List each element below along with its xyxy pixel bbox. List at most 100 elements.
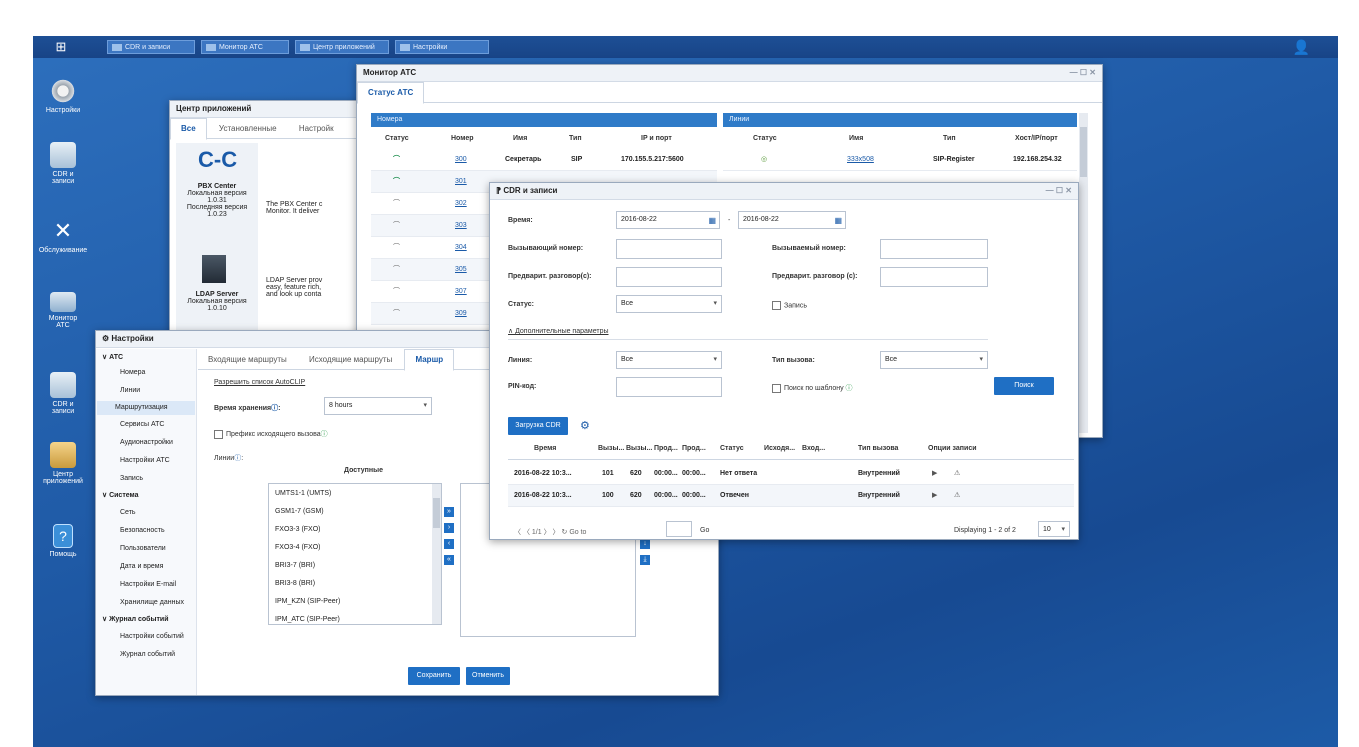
play-icon[interactable]: ▶: [932, 485, 937, 507]
desktop-icon-monitor[interactable]: Монитор АТС: [33, 292, 93, 329]
sidebar-item-storage[interactable]: Хранилище данных: [120, 599, 184, 606]
calendar-icon[interactable]: ▦: [834, 213, 842, 229]
go-button[interactable]: Go: [700, 527, 709, 534]
list-scrollbar[interactable]: [432, 484, 441, 624]
caller-input[interactable]: [616, 239, 722, 259]
sidebar-item-event-log[interactable]: Журнал событий: [120, 651, 175, 658]
autoclip-link[interactable]: Разрешить список AutoCLIP: [214, 379, 305, 386]
storage-select[interactable]: 8 hours: [324, 397, 432, 415]
user-icon[interactable]: 👤: [1293, 39, 1310, 56]
cancel-button[interactable]: Отменить: [466, 667, 510, 685]
list-item[interactable]: IPM_KZN (SIP-Peer): [275, 598, 340, 605]
sidebar-item-email[interactable]: Настройки E-mail: [120, 581, 176, 588]
taskbar-item-settings[interactable]: Настройки: [395, 40, 489, 54]
sidebar-item-datetime[interactable]: Дата и время: [120, 563, 163, 570]
callee-input[interactable]: [880, 239, 988, 259]
sidebar-group-system[interactable]: ∨ Система: [102, 491, 139, 499]
desktop-icon-help[interactable]: ? Помощь: [33, 524, 93, 558]
prev-page-icon[interactable]: 〈: [523, 529, 532, 536]
sidebar-group-pbx[interactable]: ∨ АТС: [102, 353, 123, 361]
status-select[interactable]: Все: [616, 295, 722, 313]
play-icon[interactable]: ▶: [932, 463, 937, 485]
sidebar-item-event-settings[interactable]: Настройки событий: [120, 633, 184, 640]
download-icon[interactable]: ⚠: [954, 485, 960, 507]
advanced-toggle[interactable]: ∧ Дополнительные параметры: [508, 327, 609, 335]
taskbar-item-cdr[interactable]: CDR и записи: [107, 40, 195, 54]
desktop-icon-maintenance[interactable]: ✕ Обслуживание: [33, 218, 93, 254]
template-checkbox[interactable]: Поиск по шаблону ⓘ: [772, 383, 853, 393]
callee-label: Вызываемый номер:: [772, 245, 846, 252]
prev-caller-input[interactable]: [616, 267, 722, 287]
first-page-icon[interactable]: 〈: [514, 529, 521, 536]
list-item[interactable]: FXO3-3 (FXO): [275, 526, 321, 533]
per-page-select[interactable]: 10: [1038, 521, 1070, 538]
cdr-columns: Время Вызы... Вызы... Прод... Прод... Ст…: [508, 445, 1074, 460]
prefix-checkbox[interactable]: Префикс исходящего вызоваⓘ: [214, 429, 328, 439]
tab-all[interactable]: Все: [170, 118, 207, 140]
taskbar-item-app-center[interactable]: Центр приложений: [295, 40, 389, 54]
calltype-select[interactable]: Все: [880, 351, 988, 369]
prev-callee-input[interactable]: [880, 267, 988, 287]
search-button[interactable]: Поиск: [994, 377, 1054, 395]
record-checkbox[interactable]: Запись: [772, 301, 807, 310]
desktop-icon-cdr-2[interactable]: CDR и записи: [33, 372, 93, 415]
window-title: Монитор АТС — ☐ ✕: [357, 65, 1102, 82]
sidebar-item-recording[interactable]: Запись: [120, 475, 143, 482]
pin-input[interactable]: [616, 377, 722, 397]
move-all-right-button[interactable]: »: [444, 507, 454, 517]
calendar-icon[interactable]: ▦: [708, 213, 716, 229]
date-to-input[interactable]: 2016-08-22 ▦: [738, 211, 846, 229]
sidebar-item-routing[interactable]: Маршрутизация: [97, 401, 195, 415]
list-item[interactable]: UMTS1-1 (UMTS): [275, 490, 331, 497]
taskbar-item-monitor[interactable]: Монитор АТС: [201, 40, 289, 54]
download-cdr-button[interactable]: Загрузка CDR: [508, 417, 568, 435]
sidebar-item-audio[interactable]: Аудионастройки: [120, 439, 173, 446]
tab-inbound[interactable]: Входящие маршруты: [198, 350, 297, 370]
sidebar-item-pbx-settings[interactable]: Настройки АТС: [120, 457, 170, 464]
sidebar-item-extensions[interactable]: Номера: [120, 369, 145, 376]
desktop-icon-settings[interactable]: Настройки: [33, 78, 93, 114]
list-item[interactable]: GSM1-7 (GSM): [275, 508, 324, 515]
app-card-pbx[interactable]: PBX Center Локальная версия 1.0.31 После…: [176, 183, 258, 218]
date-from-input[interactable]: 2016-08-22 ▦: [616, 211, 720, 229]
next-page-icon[interactable]: 〉: [544, 529, 553, 536]
sidebar-item-users[interactable]: Пользователи: [120, 545, 166, 552]
apps-grid-icon[interactable]: ⊞: [53, 39, 69, 55]
settings-gear-icon[interactable]: ⚙: [580, 419, 590, 432]
move-all-left-button[interactable]: «: [444, 555, 454, 565]
last-page-icon[interactable]: 〉: [553, 529, 562, 536]
available-lines-list[interactable]: UMTS1-1 (UMTS) GSM1-7 (GSM) FXO3-3 (FXO)…: [268, 483, 442, 625]
list-item[interactable]: IPM_ATC (SIP-Peer): [275, 616, 340, 623]
sidebar-item-security[interactable]: Безопасность: [120, 527, 165, 534]
list-item[interactable]: BRI3-7 (BRI): [275, 562, 315, 569]
desktop-icon-app-center[interactable]: Центр приложений: [33, 442, 93, 485]
desktop-icon-cdr[interactable]: CDR и записи: [33, 142, 93, 185]
table-row[interactable]: ⌒ 300 Секретарь SIP 170.155.5.217:5600: [371, 149, 717, 171]
trunk-row[interactable]: ◎ 333x508 SIP-Register 192.168.254.32: [723, 149, 1077, 171]
app-card-ldap[interactable]: LDAP Server Локальная версия 1.0.10: [176, 291, 258, 312]
table-row[interactable]: 2016-08-22 10:3... 101 620 00:00... 00:0…: [508, 463, 1074, 485]
monitor-scrollbar[interactable]: [1079, 113, 1088, 433]
line-select[interactable]: Все: [616, 351, 722, 369]
sidebar-item-network[interactable]: Сеть: [120, 509, 136, 516]
list-item[interactable]: FXO3-4 (FXO): [275, 544, 321, 551]
tab-installed[interactable]: Установленные: [209, 119, 287, 139]
move-bottom-button[interactable]: ⤓: [640, 555, 650, 565]
tab-pbx-status[interactable]: Статус АТС: [357, 82, 425, 104]
sidebar-item-trunks[interactable]: Линии: [120, 387, 140, 394]
move-right-button[interactable]: ›: [444, 523, 454, 533]
list-item[interactable]: BRI3-8 (BRI): [275, 580, 315, 587]
table-row[interactable]: 2016-08-22 10:3... 100 620 00:00... 00:0…: [508, 485, 1074, 507]
window-controls[interactable]: — ☐ ✕: [1046, 183, 1072, 199]
tab-outbound[interactable]: Исходящие маршруты: [299, 350, 402, 370]
move-left-button[interactable]: ‹: [444, 539, 454, 549]
save-button[interactable]: Сохранить: [408, 667, 460, 685]
sidebar-group-events[interactable]: ∨ Журнал событий: [102, 615, 169, 623]
goto-page-input[interactable]: [666, 521, 692, 537]
tab-settings[interactable]: Настройк: [289, 119, 344, 139]
sidebar-item-pbx-services[interactable]: Сервисы АТС: [120, 421, 164, 428]
download-icon[interactable]: ⚠: [954, 463, 960, 485]
tab-routing[interactable]: Маршр: [404, 349, 455, 371]
move-down-button[interactable]: ↓: [640, 539, 650, 549]
window-controls[interactable]: — ☐ ✕: [1070, 65, 1096, 81]
